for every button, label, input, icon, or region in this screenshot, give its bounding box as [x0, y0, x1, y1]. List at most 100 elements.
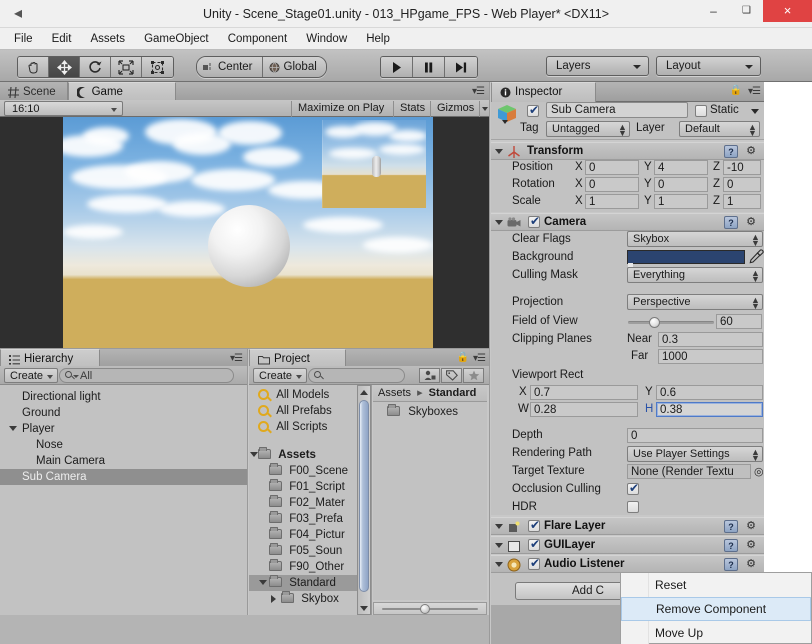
projection-dropdown[interactable]: Perspective ▲ ▼ [627, 294, 763, 311]
project-content-item-skyboxes[interactable]: Skyboxes [373, 404, 487, 420]
position-x-input[interactable]: 0 [585, 160, 639, 175]
camera-enabled-checkbox[interactable] [528, 214, 541, 228]
flare-layer-component-header[interactable]: Flare Layer ? ⚙ [491, 517, 764, 535]
stats-button[interactable]: Stats [393, 101, 431, 117]
close-button[interactable]: × [763, 0, 812, 22]
layer-dropdown[interactable]: Default ▲ ▼ [679, 121, 760, 138]
gizmos-button[interactable]: Gizmos [430, 101, 480, 117]
project-tree-item-f05[interactable]: F05_Soun [249, 543, 359, 559]
rotation-y-input[interactable]: 0 [654, 177, 708, 192]
audio-listener-enabled-checkbox[interactable] [528, 556, 541, 570]
help-icon[interactable]: ? [724, 145, 738, 158]
project-tree-item-standard-assets[interactable]: Standard [249, 575, 359, 591]
audio-listener-component-header[interactable]: Audio Listener ? ⚙ [491, 555, 764, 573]
viewport-w-input[interactable]: 0.28 [530, 402, 638, 417]
project-tree-item-f02[interactable]: F02_Mater [249, 495, 359, 511]
maximize-on-play-button[interactable]: Maximize on Play [291, 101, 390, 117]
zoom-slider-knob[interactable] [420, 604, 430, 614]
pivot-mode-button[interactable]: Center [197, 57, 263, 77]
occlusion-culling-checkbox[interactable] [627, 481, 640, 495]
near-clip-input[interactable]: 0.3 [658, 332, 763, 347]
context-menu-item-reset[interactable]: Reset [621, 573, 811, 597]
rotation-z-input[interactable]: 0 [723, 177, 761, 192]
component-context-menu[interactable]: Reset Remove Component Move Up [620, 572, 812, 644]
hierarchy-item-player[interactable]: Player [0, 421, 247, 437]
gizmos-dropdown-caret[interactable] [479, 101, 489, 117]
rotate-tool-button[interactable] [80, 57, 111, 77]
object-picker-icon[interactable]: ◎ [754, 465, 764, 478]
fov-input[interactable]: 60 [716, 314, 762, 329]
scrollbar-thumb[interactable] [359, 400, 369, 592]
lock-icon[interactable]: 🔒 [457, 352, 469, 363]
chevron-down-icon[interactable] [259, 580, 267, 585]
favorite-star-icon[interactable] [463, 368, 484, 383]
project-tree[interactable]: All Models All Prefabs All Scripts Asset… [249, 385, 359, 615]
project-tree-item-f01[interactable]: F01_Script [249, 479, 359, 495]
project-panel-menu-icon[interactable]: ▾☰ [473, 353, 486, 364]
scale-z-input[interactable]: 1 [723, 194, 761, 209]
filter-by-label-icon[interactable] [441, 368, 462, 383]
project-tree-item-f04[interactable]: F04_Pictur [249, 527, 359, 543]
project-tree-item-all-scripts[interactable]: All Scripts [249, 419, 359, 435]
project-zoom-slider[interactable] [373, 602, 487, 615]
context-menu-item-remove-component[interactable]: Remove Component [621, 597, 811, 621]
help-icon[interactable]: ? [724, 216, 738, 229]
hierarchy-item-directional-light[interactable]: Directional light [0, 389, 247, 405]
viewport-h-input[interactable]: 0.38 [656, 402, 763, 417]
minimize-button[interactable]: – [697, 0, 730, 22]
chevron-down-icon[interactable] [495, 543, 503, 548]
hierarchy-search-input[interactable]: All [59, 368, 234, 383]
project-tree-item-skybox[interactable]: Skybox [249, 591, 359, 607]
far-clip-input[interactable]: 1000 [658, 349, 763, 364]
guilayer-enabled-checkbox[interactable] [528, 537, 541, 551]
move-tool-button[interactable] [49, 57, 80, 77]
target-texture-field[interactable]: None (Render Textu [627, 464, 751, 479]
flare-layer-enabled-checkbox[interactable] [528, 518, 541, 532]
transform-component-header[interactable]: Transform ? ⚙ [491, 142, 764, 160]
guilayer-component-header[interactable]: GUILayer ? ⚙ [491, 536, 764, 554]
position-y-input[interactable]: 4 [654, 160, 708, 175]
hierarchy-list[interactable]: Directional light Ground Player Nose Mai… [0, 385, 247, 615]
culling-mask-dropdown[interactable]: Everything ▲ ▼ [627, 267, 763, 284]
project-tree-scrollbar[interactable] [357, 385, 371, 615]
viewport-y-input[interactable]: 0.6 [656, 385, 763, 400]
layers-dropdown[interactable]: Layers [546, 56, 649, 76]
menu-edit[interactable]: Edit [44, 28, 80, 50]
view-panel-menu-icon[interactable]: ▾☰ [472, 86, 485, 97]
hierarchy-item-nose[interactable]: Nose [0, 437, 247, 453]
gameobject-enabled-checkbox[interactable] [527, 103, 540, 117]
fov-slider-track[interactable] [628, 321, 714, 324]
chevron-down-icon[interactable] [250, 452, 258, 457]
scroll-up-icon[interactable] [358, 386, 370, 398]
project-contents[interactable]: Skyboxes [373, 402, 487, 600]
divider-hierarchy-project[interactable] [247, 349, 248, 615]
tab-inspector[interactable]: Inspector [491, 82, 596, 102]
lock-icon[interactable]: 🔒 [730, 85, 742, 96]
hierarchy-create-button[interactable]: Create [4, 368, 59, 383]
scale-tool-button[interactable] [111, 57, 142, 77]
inspector-panel-menu-icon[interactable]: ▾☰ [748, 86, 761, 97]
hand-tool-button[interactable] [18, 57, 49, 77]
hdr-checkbox[interactable] [627, 501, 639, 513]
hierarchy-item-sub-camera[interactable]: Sub Camera [0, 469, 247, 485]
context-menu-item-move-up[interactable]: Move Up [621, 621, 811, 644]
gear-icon[interactable]: ⚙ [744, 216, 758, 229]
gear-icon[interactable]: ⚙ [744, 558, 758, 571]
divider-left-inspector[interactable] [489, 82, 490, 644]
clear-flags-dropdown[interactable]: Skybox ▲ ▼ [627, 231, 763, 248]
chevron-down-icon[interactable] [495, 220, 503, 225]
chevron-down-icon[interactable] [9, 426, 17, 431]
project-tree-item-f90[interactable]: F90_Other [249, 559, 359, 575]
play-button[interactable] [381, 57, 413, 77]
menu-file[interactable]: File [6, 28, 41, 50]
project-tree-item-f03[interactable]: F03_Prefa [249, 511, 359, 527]
project-tree-item-f00[interactable]: F00_Scene [249, 463, 359, 479]
static-dropdown-caret-icon[interactable] [751, 109, 759, 114]
help-icon[interactable]: ? [724, 558, 738, 571]
static-checkbox[interactable] [695, 105, 707, 117]
help-icon[interactable]: ? [724, 520, 738, 533]
filter-by-type-icon[interactable] [419, 368, 440, 383]
maximize-button[interactable]: ❑ [730, 0, 763, 22]
gameobject-name-input[interactable]: Sub Camera [546, 102, 688, 118]
pivot-rotation-button[interactable]: Global [262, 57, 326, 77]
